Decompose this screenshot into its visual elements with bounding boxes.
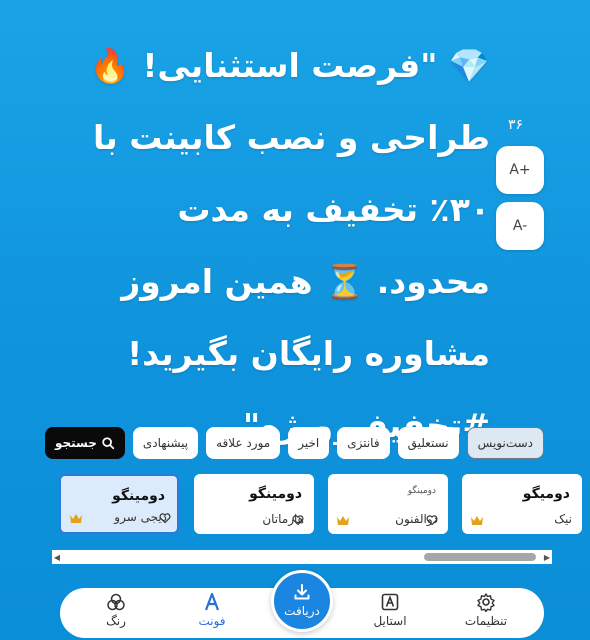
gear-icon [477, 593, 495, 612]
scroll-thumb[interactable] [424, 553, 536, 561]
style-icon [381, 593, 399, 611]
font-sample: دومیگو [522, 486, 570, 502]
scroll-right-arrow-icon[interactable]: ▶ [542, 553, 552, 562]
crown-icon [471, 516, 483, 525]
nav-settings-label: تنظیمات [464, 614, 508, 628]
chip-recent[interactable]: اخیر [288, 427, 330, 459]
chip-favorites[interactable]: مورد علاقه [206, 427, 281, 459]
font-card[interactable]: دومیگو نیک [462, 474, 582, 534]
search-icon [102, 437, 115, 450]
chip-nastaliq[interactable]: نستعلیق [397, 427, 459, 459]
decrease-font-size-button[interactable]: A- [496, 202, 544, 250]
scroll-track[interactable] [62, 553, 542, 561]
chip-fantasy[interactable]: فانتزی [337, 427, 390, 459]
nav-style-label: استایل [373, 614, 407, 628]
post-text: 💎 "فرصت استثنایی! 🔥 طراحی و نصب کابینت ب… [89, 46, 490, 445]
chip-suggested[interactable]: پیشنهادی [132, 427, 199, 459]
heart-icon[interactable] [159, 512, 171, 524]
search-label: جستجو [54, 436, 97, 450]
scroll-left-arrow-icon[interactable]: ◀ [52, 553, 62, 562]
horizontal-scrollbar[interactable]: ◀ ▶ [52, 550, 552, 564]
font-icon [204, 592, 220, 611]
font-card[interactable]: دومینگو ذوالفنون [328, 474, 448, 534]
font-filter-bar: جستجو پیشنهادی مورد علاقه اخیر فانتزی نس… [44, 427, 544, 459]
download-button[interactable]: دریافت [271, 570, 333, 632]
increase-font-size-button[interactable]: A+ [496, 146, 544, 194]
nav-font-label: فونت [198, 614, 226, 628]
font-name: نیک [554, 512, 572, 526]
font-sample: دومینگو [249, 486, 302, 502]
heart-icon[interactable] [292, 514, 304, 526]
palette-icon [107, 593, 125, 611]
download-icon [294, 584, 310, 600]
font-sample: دومینگو [112, 488, 165, 504]
heart-icon[interactable] [426, 514, 438, 526]
font-list: دومیگو نیک دومینگو ذوالفنون دومینگو هارم… [0, 474, 590, 536]
nav-font[interactable]: فونت [177, 592, 247, 628]
font-size-value: ۳۶ [508, 117, 524, 133]
download-label: دریافت [284, 604, 320, 618]
crown-icon [70, 514, 82, 523]
nav-settings[interactable]: تنظیمات [451, 592, 521, 628]
search-button[interactable]: جستجو [44, 427, 125, 459]
nav-style[interactable]: استایل [355, 592, 425, 628]
nav-color-label: رنگ [106, 614, 126, 628]
chip-handwritten[interactable]: دست‌نویس [466, 427, 544, 459]
font-card-selected[interactable]: دومینگو دیجی سرو [59, 474, 179, 534]
font-sample: دومینگو [407, 486, 436, 496]
nav-color[interactable]: رنگ [81, 592, 151, 628]
crown-icon [337, 516, 349, 525]
font-card[interactable]: دومینگو هارماتان [194, 474, 314, 534]
